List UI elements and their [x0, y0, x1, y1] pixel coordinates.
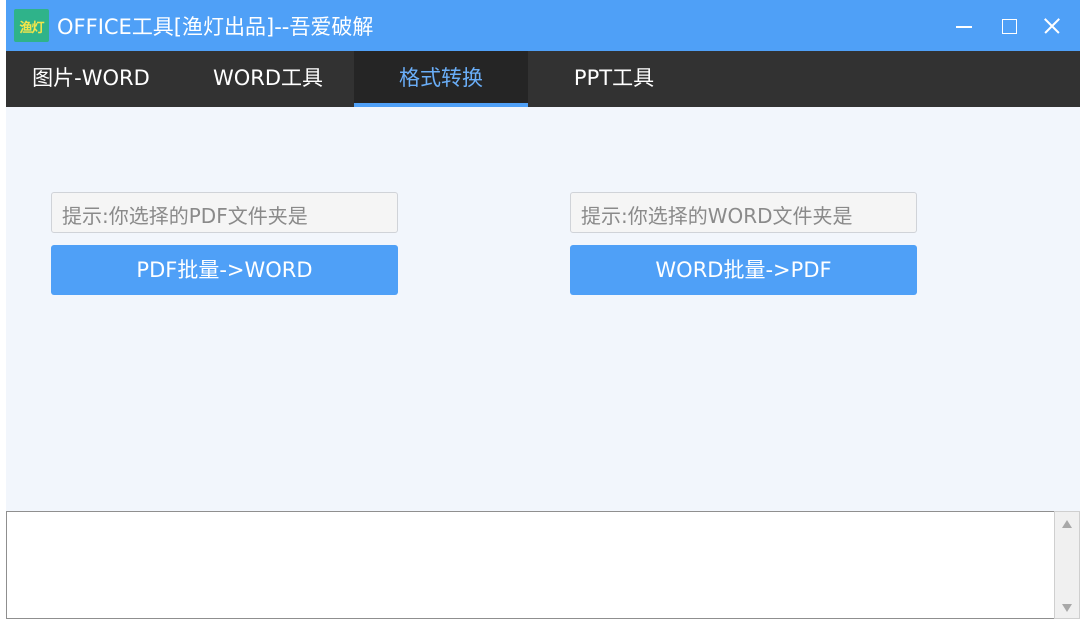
window-title: OFFICE工具[渔灯出品]--吾爱破解	[57, 15, 374, 39]
app-window: 渔灯 OFFICE工具[渔灯出品]--吾爱破解 图片-WORD WORD工具 格…	[6, 0, 1080, 619]
close-icon[interactable]	[1034, 7, 1070, 43]
pdf-to-word-button[interactable]: PDF批量->WORD	[51, 245, 398, 295]
app-logo-text: 渔灯	[19, 21, 44, 36]
scroll-up-icon[interactable]	[1062, 520, 1072, 528]
minimize-icon[interactable]	[946, 7, 982, 43]
title-bar[interactable]: 渔灯 OFFICE工具[渔灯出品]--吾爱破解	[6, 0, 1080, 51]
tab-format-convert[interactable]: 格式转换	[354, 51, 528, 107]
app-logo: 渔灯	[14, 9, 49, 42]
pdf-folder-field[interactable]: 提示:你选择的PDF文件夹是	[51, 192, 398, 233]
maximize-icon[interactable]	[990, 7, 1026, 43]
log-scrollbar[interactable]	[1054, 511, 1080, 619]
tab-bar: 图片-WORD WORD工具 格式转换 PPT工具	[6, 51, 1080, 107]
tab-image-word[interactable]: 图片-WORD	[6, 51, 176, 107]
scroll-down-icon[interactable]	[1062, 604, 1072, 612]
word-folder-field[interactable]: 提示:你选择的WORD文件夹是	[570, 192, 917, 233]
tab-word-tools[interactable]: WORD工具	[182, 51, 354, 107]
tab-ppt-tools[interactable]: PPT工具	[528, 51, 700, 107]
word-to-pdf-button[interactable]: WORD批量->PDF	[570, 245, 917, 295]
log-textarea[interactable]	[6, 511, 1054, 619]
